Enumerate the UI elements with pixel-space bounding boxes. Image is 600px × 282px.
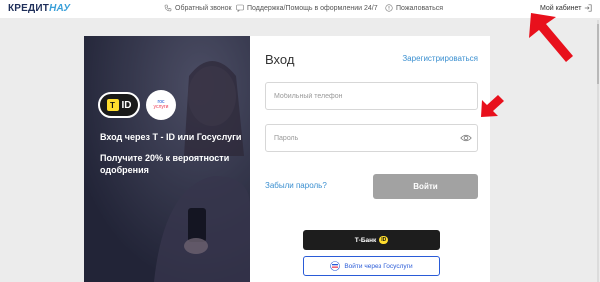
tbank-logo-icon: T xyxy=(106,99,119,111)
promo-title: Вход через Т - ID или Госуслуги xyxy=(100,132,242,142)
complaint-icon xyxy=(385,4,393,12)
login-form: Вход Зарегистрироваться Забыли пароль? В… xyxy=(264,36,478,282)
arrow-to-cabinet xyxy=(529,13,573,62)
callback-link[interactable]: Обратный звонок xyxy=(164,4,232,12)
gosuslugi-button-label: Войти через Госуслуги xyxy=(344,262,413,270)
callback-label: Обратный звонок xyxy=(175,4,232,12)
gosuslugi-icon xyxy=(330,261,341,271)
tid-badge: T ID xyxy=(98,92,140,118)
form-title: Вход xyxy=(265,52,295,67)
top-bar: КРЕДИТНАУ Обратный звонок Поддержка/Помо… xyxy=(0,0,600,18)
register-link[interactable]: Зарегистрироваться xyxy=(402,54,478,63)
complaint-label: Пожаловаться xyxy=(396,4,444,12)
login-button[interactable]: Войти xyxy=(373,174,478,199)
gosuslugi-badge-line2: услуги xyxy=(153,104,169,110)
chat-icon xyxy=(236,4,244,12)
login-icon xyxy=(585,4,592,12)
tbank-button-label: Т-Банк xyxy=(354,236,377,244)
password-input[interactable] xyxy=(265,124,478,152)
support-link[interactable]: Поддержка/Помощь в оформлении 24/7 xyxy=(236,4,378,12)
promo-panel: T ID гос услуги Вход через Т - ID или Го… xyxy=(84,36,250,282)
support-label: Поддержка/Помощь в оформлении 24/7 xyxy=(247,4,378,12)
gosuslugi-badge: гос услуги xyxy=(146,90,176,120)
phone-icon xyxy=(164,4,172,12)
forgot-password-link[interactable]: Забыли пароль? xyxy=(265,181,327,190)
tid-badge-text: ID xyxy=(121,99,132,111)
phone-input[interactable] xyxy=(265,82,478,110)
login-card: T ID гос услуги Вход через Т - ID или Го… xyxy=(84,36,490,282)
gosuslugi-login-button[interactable]: Войти через Госуслуги xyxy=(303,256,440,276)
promo-subtitle: Получите 20% к вероятности одобрения xyxy=(100,153,230,175)
tbank-id-badge: ID xyxy=(379,236,389,244)
eye-icon[interactable] xyxy=(460,132,472,144)
complaint-link[interactable]: Пожаловаться xyxy=(385,4,443,12)
my-cabinet-link[interactable]: Мой кабинет xyxy=(540,4,592,12)
scrollbar[interactable] xyxy=(596,20,600,282)
logo[interactable]: КРЕДИТНАУ xyxy=(8,3,70,14)
my-cabinet-label: Мой кабинет xyxy=(540,4,582,12)
tbank-login-button[interactable]: Т-Банк ID xyxy=(303,230,440,250)
